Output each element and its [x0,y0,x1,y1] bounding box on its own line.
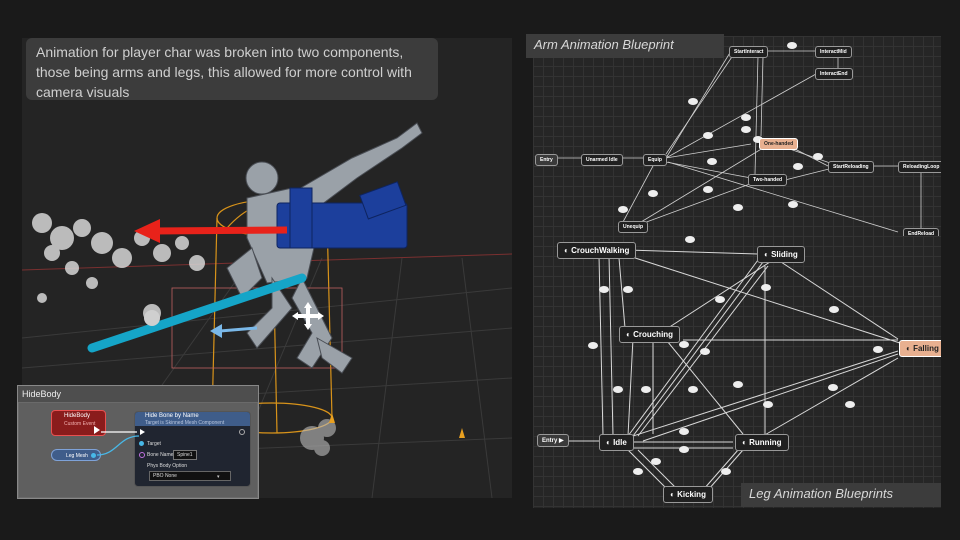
gun-model [276,181,408,249]
arm-blueprint-title: Arm Animation Blueprint [526,34,724,58]
panel-title: HideBody [18,386,258,402]
leg-state-running[interactable]: ◐ Running [735,434,789,451]
leg-state-crouching[interactable]: ◐ Crouching [619,326,681,343]
leg-entry-label: Entry [542,438,558,444]
leg-state-sliding[interactable]: ◐ Sliding [757,246,805,263]
blueprint-canvas[interactable]: HideBody Custom Event Hide Bone by Name … [19,403,257,497]
arm-state-unarmed-idle[interactable]: Unarmed Idle [581,154,623,166]
leg-state-crouchwalking[interactable]: ◐ CrouchWalking [557,242,637,259]
arm-state-one-handed[interactable]: One-handed [759,138,799,150]
leg-state-idle-label: Idle [613,438,627,447]
arm-state-reloading-loop[interactable]: ReloadingLoop [898,161,941,173]
leg-state-kicking-label: Kicking [677,490,706,499]
leg-state-crouchwalking-label: CrouchWalking [571,246,630,255]
arm-entry-node[interactable]: Entry [535,154,558,166]
hidebody-blueprint-panel: HideBody HideBody Custom Event Hide Bone… [17,385,259,499]
arm-animation-graph[interactable]: Entry Unarmed Idle Equip Unequip StartIn… [533,36,941,236]
node-wires [96,431,140,456]
arm-state-unequip[interactable]: Unequip [618,221,648,233]
leg-entry-node[interactable]: Entry ▶ [537,434,569,447]
leg-state-idle[interactable]: ◐ Idle [599,434,634,451]
leg-state-sliding-label: Sliding [771,250,798,259]
leg-state-kicking[interactable]: ◐ Kicking [663,486,713,503]
arm-state-start-reloading[interactable]: StartReloading [828,161,874,173]
leg-state-running-label: Running [749,438,782,447]
leg-blueprint-title: Leg Animation Blueprints [741,483,941,507]
arm-state-equip[interactable]: Equip [643,154,667,166]
leg-animation-graph[interactable]: ◐ CrouchWalking ◐ Sliding ◐ Crouching ◐ … [533,236,941,508]
arm-state-interact-mid[interactable]: InteractMid [815,46,852,58]
arm-state-start-interact[interactable]: StartInteract [729,46,769,58]
caption-text: Animation for player char was broken int… [26,38,438,100]
arm-state-interact-end[interactable]: InteractEnd [815,68,853,80]
arm-state-two-handed[interactable]: Two-handed [748,174,788,186]
leg-state-falling-label: Falling [913,344,939,353]
leg-transitions [563,249,904,491]
leg-state-falling[interactable]: ◐ Falling [899,340,941,357]
leg-state-crouching-label: Crouching [633,330,674,339]
arm-state-end-reload[interactable]: EndReload [903,228,940,236]
